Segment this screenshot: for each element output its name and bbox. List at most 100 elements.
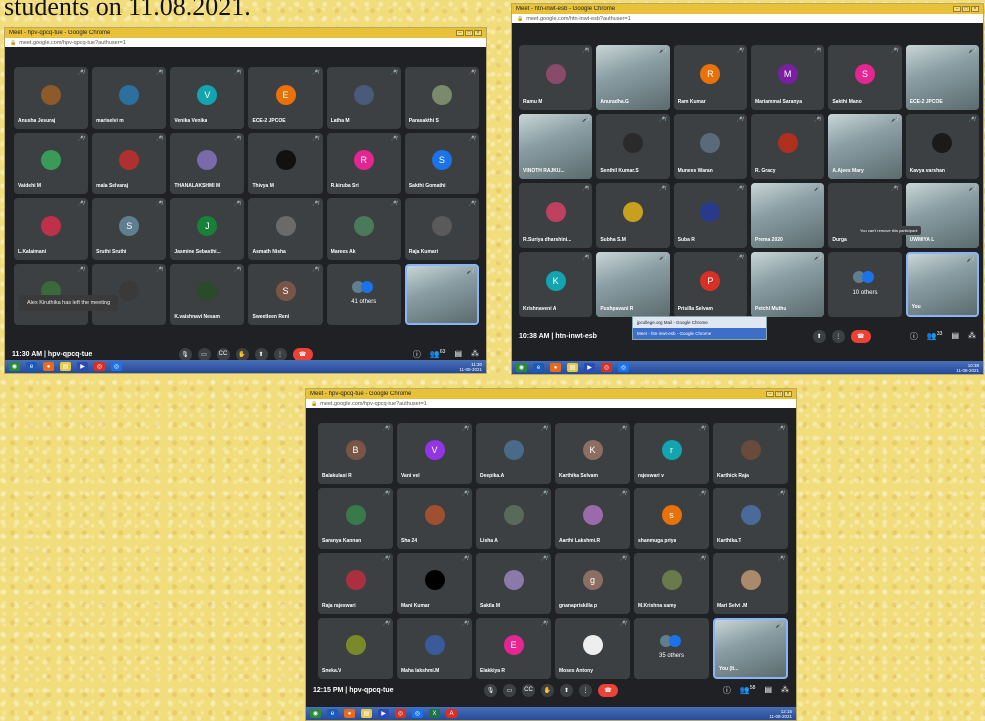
more-options-icon[interactable]: ⋮ [831,329,845,343]
info-icon[interactable]: ⓘ [413,349,421,360]
participant-tile[interactable]: g 🎤̸ gnanapriskilla p [555,553,630,614]
participant-tile[interactable]: V 🎤̸ Vani vel [397,423,472,484]
participant-tile[interactable]: R 🎤̸ R.kiruba Sri [326,132,401,194]
participant-tile[interactable]: 🎤̸ You (It... [713,618,788,679]
participant-tile[interactable]: 🎤̸ A.Ajees Mary [828,114,902,179]
participant-tile[interactable]: E 🎤̸ Elakkiya R [476,618,551,679]
end-call-icon[interactable]: ☎ [598,683,618,697]
participant-tile[interactable]: 🎤̸ Saranya Kannan [318,488,393,549]
participant-tile[interactable]: 🎤̸ Anuradha.G [596,45,670,110]
more-options-icon[interactable]: ⋮ [273,347,287,361]
participant-tile[interactable]: 🎤̸ ECE-2 JPCOE [905,45,979,110]
captions-icon[interactable]: CC [522,683,535,697]
chrome-icon[interactable]: ◎ [412,709,423,718]
activities-icon[interactable]: ⁂ [781,685,789,696]
participant-tile[interactable]: 🎤̸ Latha M [326,67,401,129]
participant-tile[interactable]: S 🎤̸ Sruthi Sruthi [92,198,167,260]
participant-tile[interactable]: K 🎤̸ Krishnaveni A [519,252,593,317]
participant-tile[interactable]: 🎤̸ Anusha Jesuraj [14,67,89,129]
chat-icon[interactable]: ▤ [951,331,959,342]
firefox-icon[interactable]: ● [43,362,54,371]
end-call-icon[interactable]: ☎ [292,347,313,361]
maximize-button[interactable]: □ [962,6,970,12]
camera-icon[interactable]: ▭ [197,347,211,361]
participant-tile[interactable]: 🎤̸ Sneka.V [318,618,393,679]
participant-tile[interactable]: S 🎤̸ Sakthi Gomathi [404,132,479,194]
chrome-icon[interactable]: ◎ [111,362,122,371]
participant-tile[interactable]: P 🎤̸ Prisilla Selvam [673,252,747,317]
participant-tile[interactable]: 🎤̸ Prema 2020 [751,183,825,248]
captions-icon[interactable]: CC [216,347,230,361]
start-icon[interactable]: ◉ [516,363,527,372]
participant-tile[interactable]: B 🎤̸ Balakulasi R [318,423,393,484]
media-icon[interactable]: ▶ [584,363,595,372]
participant-tile[interactable]: R 🎤̸ Ram Kumar [673,45,747,110]
media-icon[interactable]: ▶ [378,709,389,718]
participant-tile[interactable]: r 🎤̸ rajeswari v [634,423,709,484]
participant-tile[interactable]: 🎤̸ Ramu M [519,45,593,110]
end-call-icon[interactable]: ☎ [850,329,871,343]
participant-tile[interactable]: 🎤̸ L.Kalaimani [14,198,89,260]
participant-tile[interactable]: 🎤̸ Petchi Muthu [751,252,825,317]
maximize-button[interactable]: □ [465,30,473,36]
participant-tile[interactable]: 🎤̸ mariselvi m [92,67,167,129]
ie-icon[interactable]: e [533,363,544,372]
ie-icon[interactable]: e [26,362,37,371]
participant-tile[interactable]: 🎤̸ Thivya M [248,132,323,194]
participant-tile[interactable]: 🎤̸ Vaidehi M [14,132,89,194]
firefox-icon[interactable]: ● [344,709,355,718]
participant-tile[interactable]: S 🎤̸ Sakthi Mano [828,45,902,110]
participant-tile[interactable]: 🎤̸ Marees Ak [326,198,401,260]
info-icon[interactable]: ⓘ [723,685,731,696]
people-icon[interactable]: 👥33 [927,331,943,342]
participant-tile[interactable]: 🎤̸ Durga [828,183,902,248]
participant-tile[interactable]: 🎤̸ Pushpavani R [596,252,670,317]
participant-tile[interactable]: 🎤̸ mala Selvaraj [92,132,167,194]
participant-tile[interactable]: s 🎤̸ shanmuga priya [634,488,709,549]
participant-tile[interactable]: 🎤̸ K.vaishnavi Nesam [170,263,245,325]
participant-tile[interactable]: 🎤̸ You [905,252,979,317]
raise-hand-icon[interactable]: ✋ [235,347,249,361]
firefox-icon[interactable]: ● [550,363,561,372]
chat-icon[interactable]: ▤ [454,349,462,360]
participant-tile[interactable]: K 🎤̸ Karthika Selvam [555,423,630,484]
chrome-icon[interactable]: ◎ [618,363,629,372]
chrome-icon[interactable]: ◎ [94,362,105,371]
participant-tile[interactable]: 🎤̸ Deepika.A [476,423,551,484]
participant-tile[interactable]: J 🎤̸ Jasmine Sebasthi... [170,198,245,260]
participant-tile[interactable]: 🎤̸ Subha S.M [596,183,670,248]
participant-tile[interactable]: 🎤̸ M.Krishna samy [634,553,709,614]
participant-tile[interactable]: 🎤̸ Moses Antony [555,618,630,679]
participant-tile[interactable]: E 🎤̸ ECE-2 JPCOE [248,67,323,129]
minimize-button[interactable]: – [953,6,961,12]
participant-tile[interactable]: 🎤̸ Lisha A [476,488,551,549]
participant-tile[interactable]: 🎤̸ Senthil Kumar.S [596,114,670,179]
mic-icon[interactable]: 🎙 [484,683,497,697]
participant-tile[interactable]: 🎤̸ Parasakthi S [404,67,479,129]
participant-tile[interactable]: 🎤̸ R.Suriya dharshini... [519,183,593,248]
camera-icon[interactable]: ▭ [503,683,516,697]
explorer-icon[interactable]: ▤ [567,363,578,372]
participant-tile[interactable]: 🎤̸ VINOTH RAJKU... [519,114,593,179]
present-icon[interactable]: ⬆ [812,329,826,343]
excel-icon[interactable]: X [429,709,440,718]
more-options-icon[interactable]: ⋮ [579,683,592,697]
participant-tile[interactable]: 🎤̸ R. Gracy [751,114,825,179]
participant-tile[interactable]: 35 others [634,618,709,679]
participant-tile[interactable]: 🎤̸ THANALAKSHMI M [170,132,245,194]
chat-icon[interactable]: ▤ [764,685,772,696]
participant-tile[interactable]: 🎤̸ Karthick Raja [713,423,788,484]
people-icon[interactable]: 👥58 [740,685,756,696]
participant-tile[interactable]: 🎤̸ Mari Selvi .M [713,553,788,614]
raise-hand-icon[interactable]: ✋ [541,683,554,697]
people-icon[interactable]: 👥63 [430,349,446,360]
activities-icon[interactable]: ⁂ [471,349,479,360]
participant-tile[interactable]: 🎤̸ [404,263,479,325]
present-icon[interactable]: ⬆ [560,683,573,697]
participant-tile[interactable]: V 🎤̸ Venika Venika [170,67,245,129]
explorer-icon[interactable]: ▤ [60,362,71,371]
participant-tile[interactable]: 🎤̸ Raja Kumari [404,198,479,260]
chrome-icon[interactable]: ◎ [601,363,612,372]
participant-tile[interactable]: 41 others [326,263,401,325]
participant-tile[interactable]: 🎤̸ Mani Kumar [397,553,472,614]
